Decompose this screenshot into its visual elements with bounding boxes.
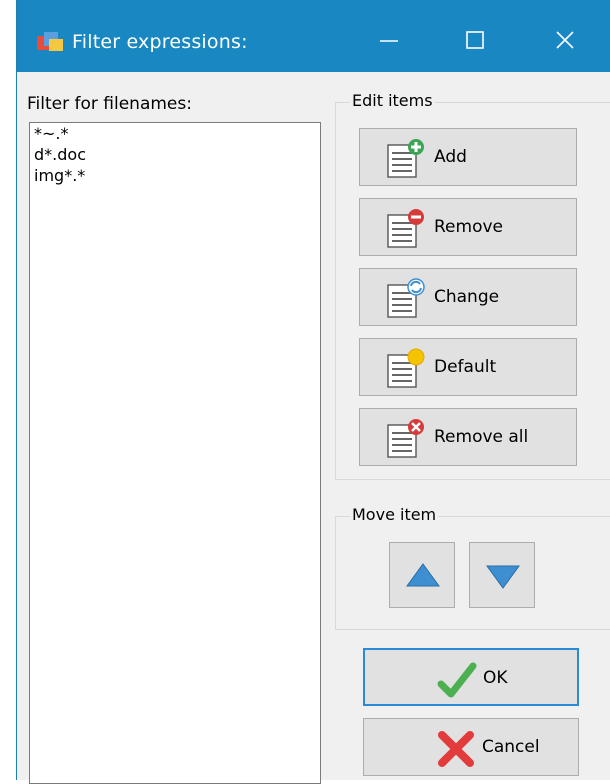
remove-all-label: Remove all <box>434 427 529 447</box>
list-item[interactable]: d*.doc <box>30 144 320 165</box>
remove-button[interactable]: Remove <box>359 198 577 256</box>
add-button[interactable]: Add <box>359 128 577 186</box>
change-button[interactable]: Change <box>359 268 577 326</box>
arrow-down-icon <box>486 565 520 589</box>
maximize-icon <box>466 31 484 49</box>
change-label: Change <box>434 287 500 307</box>
cross-icon <box>438 731 474 767</box>
add-label: Add <box>434 147 467 167</box>
arrow-up-icon <box>406 563 440 587</box>
list-item[interactable]: img*.* <box>30 165 320 186</box>
ok-label: OK <box>483 668 508 688</box>
cancel-label: Cancel <box>482 737 540 757</box>
add-list-icon <box>387 139 424 178</box>
remove-label: Remove <box>434 217 503 237</box>
list-item[interactable]: *~.* <box>30 123 320 144</box>
cancel-button[interactable]: Cancel <box>363 718 579 776</box>
close-button[interactable] <box>541 20 591 64</box>
remove-list-icon <box>387 209 424 248</box>
move-item-title: Move item <box>350 505 439 524</box>
maximize-button[interactable] <box>451 20 501 64</box>
default-list-icon <box>387 348 425 388</box>
move-up-button[interactable] <box>389 542 455 608</box>
change-list-icon <box>387 278 425 318</box>
edit-items-title: Edit items <box>350 91 435 110</box>
title-bar[interactable]: Filter expressions: <box>17 0 610 72</box>
remove-all-list-icon <box>387 419 424 458</box>
filter-listbox[interactable]: *~.* d*.doc img*.* <box>29 122 321 784</box>
filter-app-icon <box>37 32 63 51</box>
dialog-content: Filter for filenames: *~.* d*.doc img*.*… <box>17 72 610 784</box>
minimize-button[interactable] <box>365 20 415 64</box>
filter-expressions-dialog: Filter expressions: Filter for filenames… <box>16 0 610 784</box>
move-down-button[interactable] <box>469 542 535 608</box>
checkmark-icon <box>437 662 477 698</box>
ok-button[interactable]: OK <box>363 648 579 706</box>
remove-all-button[interactable]: Remove all <box>359 408 577 466</box>
default-label: Default <box>434 357 497 377</box>
filter-list-label: Filter for filenames: <box>27 94 192 114</box>
minimize-icon <box>380 40 398 42</box>
default-button[interactable]: Default <box>359 338 577 396</box>
close-icon <box>556 31 574 49</box>
window-title: Filter expressions: <box>72 31 248 53</box>
